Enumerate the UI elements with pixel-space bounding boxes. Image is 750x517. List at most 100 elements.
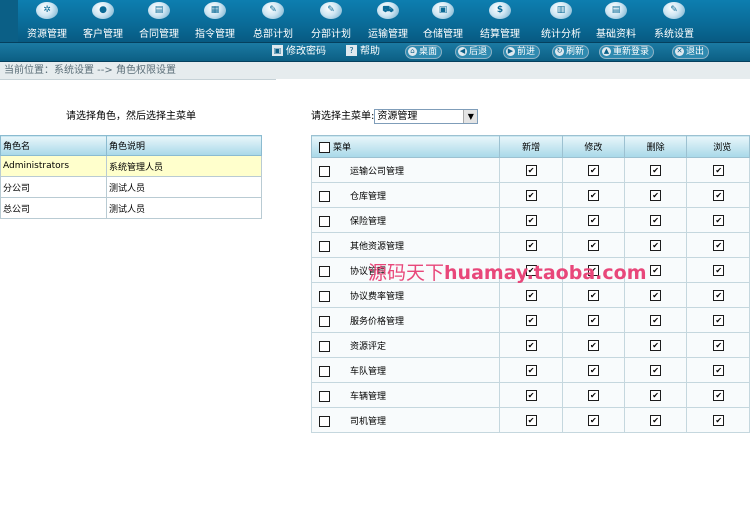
browse-checkbox[interactable]: ✔ xyxy=(713,289,725,301)
menu-row-checkbox[interactable] xyxy=(319,215,330,227)
add-checkbox[interactable]: ✔ xyxy=(525,314,537,326)
browse-checkbox[interactable]: ✔ xyxy=(713,239,725,251)
role-row[interactable]: 分公司 测试人员 xyxy=(0,176,262,198)
logout-button[interactable]: ✕ 退出 xyxy=(672,45,710,59)
relogin-button[interactable]: ▲ 重新登录 xyxy=(599,45,655,59)
menu-row-checkbox[interactable] xyxy=(319,415,330,427)
browse-checkbox[interactable]: ✔ xyxy=(713,264,725,276)
role-name-cell[interactable]: 总公司 xyxy=(0,197,107,219)
menu-row-checkbox[interactable] xyxy=(319,240,330,252)
add-checkbox[interactable]: ✔ xyxy=(525,414,537,426)
menu-row-checkbox[interactable] xyxy=(319,390,330,402)
logo-strip xyxy=(0,0,18,42)
edit-checkbox[interactable]: ✔ xyxy=(587,314,599,326)
permission-row: 保险管理 ✔ ✔ ✔ ✔ xyxy=(310,207,750,233)
nav-icon: ▦ xyxy=(204,2,226,19)
add-checkbox[interactable]: ✔ xyxy=(525,289,537,301)
menu-cell: 车队管理 xyxy=(310,357,501,383)
main-menu-select[interactable]: 资源管理 ▼ xyxy=(374,108,479,124)
chevron-down-icon[interactable]: ▼ xyxy=(463,109,478,123)
home-button[interactable]: ⌂ 桌面 xyxy=(405,45,443,59)
edit-checkbox[interactable]: ✔ xyxy=(587,289,599,301)
edit-checkbox[interactable]: ✔ xyxy=(587,389,599,401)
role-row[interactable]: Administrators 系统管理人员 xyxy=(0,155,262,177)
delete-checkbox[interactable]: ✔ xyxy=(650,289,662,301)
edit-checkbox[interactable]: ✔ xyxy=(587,214,599,226)
help-button[interactable]: ? 帮助 xyxy=(346,45,380,58)
delete-cell: ✔ xyxy=(623,182,688,208)
role-row[interactable]: 总公司 测试人员 xyxy=(0,197,262,219)
add-checkbox[interactable]: ✔ xyxy=(525,339,537,351)
menu-row-checkbox[interactable] xyxy=(319,265,330,277)
back-button[interactable]: ◀ 后退 xyxy=(455,45,493,59)
add-cell: ✔ xyxy=(499,382,563,408)
delete-checkbox[interactable]: ✔ xyxy=(650,264,662,276)
nav-item-label: 资源管理 xyxy=(27,29,67,40)
delete-checkbox[interactable]: ✔ xyxy=(650,314,662,326)
nav-icon: ✲ xyxy=(36,2,58,19)
refresh-button[interactable]: ↻ 刷新 xyxy=(552,45,590,59)
browse-cell: ✔ xyxy=(686,157,750,183)
browse-checkbox[interactable]: ✔ xyxy=(713,339,725,351)
browse-checkbox[interactable]: ✔ xyxy=(713,314,725,326)
menu-row-checkbox[interactable] xyxy=(319,340,330,352)
browse-checkbox[interactable]: ✔ xyxy=(713,364,725,376)
nav-item-8[interactable]: $ 结算管理 xyxy=(471,0,529,42)
edit-checkbox[interactable]: ✔ xyxy=(587,164,599,176)
browse-checkbox[interactable]: ✔ xyxy=(713,414,725,426)
add-checkbox[interactable]: ✔ xyxy=(525,239,537,251)
add-checkbox[interactable]: ✔ xyxy=(525,189,537,201)
delete-checkbox[interactable]: ✔ xyxy=(650,189,662,201)
nav-item-1[interactable]: ● 客户管理 xyxy=(74,0,132,42)
nav-item-6[interactable]: ⛟ 运输管理 xyxy=(359,0,417,42)
change-password-button[interactable]: ▣ 修改密码 xyxy=(272,45,326,58)
edit-checkbox[interactable]: ✔ xyxy=(587,364,599,376)
browse-cell: ✔ xyxy=(686,332,750,358)
nav-item-4[interactable]: ✎ 总部计划 xyxy=(244,0,302,42)
edit-checkbox[interactable]: ✔ xyxy=(587,189,599,201)
nav-item-7[interactable]: ▣ 仓储管理 xyxy=(414,0,472,42)
delete-checkbox[interactable]: ✔ xyxy=(650,339,662,351)
toolbar: ▣ 修改密码 ? 帮助 ⌂ 桌面 ◀ 后退 ▶ 前进 ↻ 刷新 ▲ 重新登录 ✕ 退出 xyxy=(0,43,750,62)
nav-item-9[interactable]: ▥ 统计分析 xyxy=(532,0,590,42)
role-name-cell[interactable]: Administrators xyxy=(0,155,107,177)
delete-checkbox[interactable]: ✔ xyxy=(650,214,662,226)
add-checkbox[interactable]: ✔ xyxy=(525,389,537,401)
delete-cell: ✔ xyxy=(623,382,688,408)
add-checkbox[interactable]: ✔ xyxy=(525,214,537,226)
role-name-cell[interactable]: 分公司 xyxy=(0,176,107,198)
menu-row-checkbox[interactable] xyxy=(319,190,330,202)
add-checkbox[interactable]: ✔ xyxy=(525,364,537,376)
menu-row-checkbox[interactable] xyxy=(319,315,330,327)
menu-cell: 其他资源管理 xyxy=(310,232,501,258)
select-all-checkbox[interactable] xyxy=(319,142,330,153)
nav-item-5[interactable]: ✎ 分部计划 xyxy=(302,0,360,42)
menu-row-checkbox[interactable] xyxy=(319,365,330,377)
add-checkbox[interactable]: ✔ xyxy=(525,164,537,176)
nav-item-3[interactable]: ▦ 指令管理 xyxy=(186,0,244,42)
menu-name: 其他资源管理 xyxy=(350,241,405,252)
delete-cell: ✔ xyxy=(623,157,688,183)
nav-item-0[interactable]: ✲ 资源管理 xyxy=(18,0,76,42)
nav-item-10[interactable]: ▤ 基础资料 xyxy=(587,0,645,42)
add-cell: ✔ xyxy=(499,307,563,333)
edit-checkbox[interactable]: ✔ xyxy=(587,239,599,251)
menu-name: 服务价格管理 xyxy=(350,316,405,327)
nav-item-2[interactable]: ▤ 合同管理 xyxy=(130,0,188,42)
delete-checkbox[interactable]: ✔ xyxy=(650,239,662,251)
delete-checkbox[interactable]: ✔ xyxy=(650,414,662,426)
menu-name: 车辆管理 xyxy=(350,391,387,402)
delete-checkbox[interactable]: ✔ xyxy=(650,364,662,376)
nav-item-11[interactable]: ✎ 系统设置 xyxy=(645,0,703,42)
browse-checkbox[interactable]: ✔ xyxy=(713,164,725,176)
browse-checkbox[interactable]: ✔ xyxy=(713,389,725,401)
browse-checkbox[interactable]: ✔ xyxy=(713,189,725,201)
menu-row-checkbox[interactable] xyxy=(319,165,330,177)
menu-row-checkbox[interactable] xyxy=(319,290,330,302)
browse-checkbox[interactable]: ✔ xyxy=(713,214,725,226)
delete-checkbox[interactable]: ✔ xyxy=(650,164,662,176)
forward-button[interactable]: ▶ 前进 xyxy=(503,45,541,59)
edit-checkbox[interactable]: ✔ xyxy=(587,339,599,351)
edit-checkbox[interactable]: ✔ xyxy=(587,414,599,426)
delete-checkbox[interactable]: ✔ xyxy=(650,389,662,401)
